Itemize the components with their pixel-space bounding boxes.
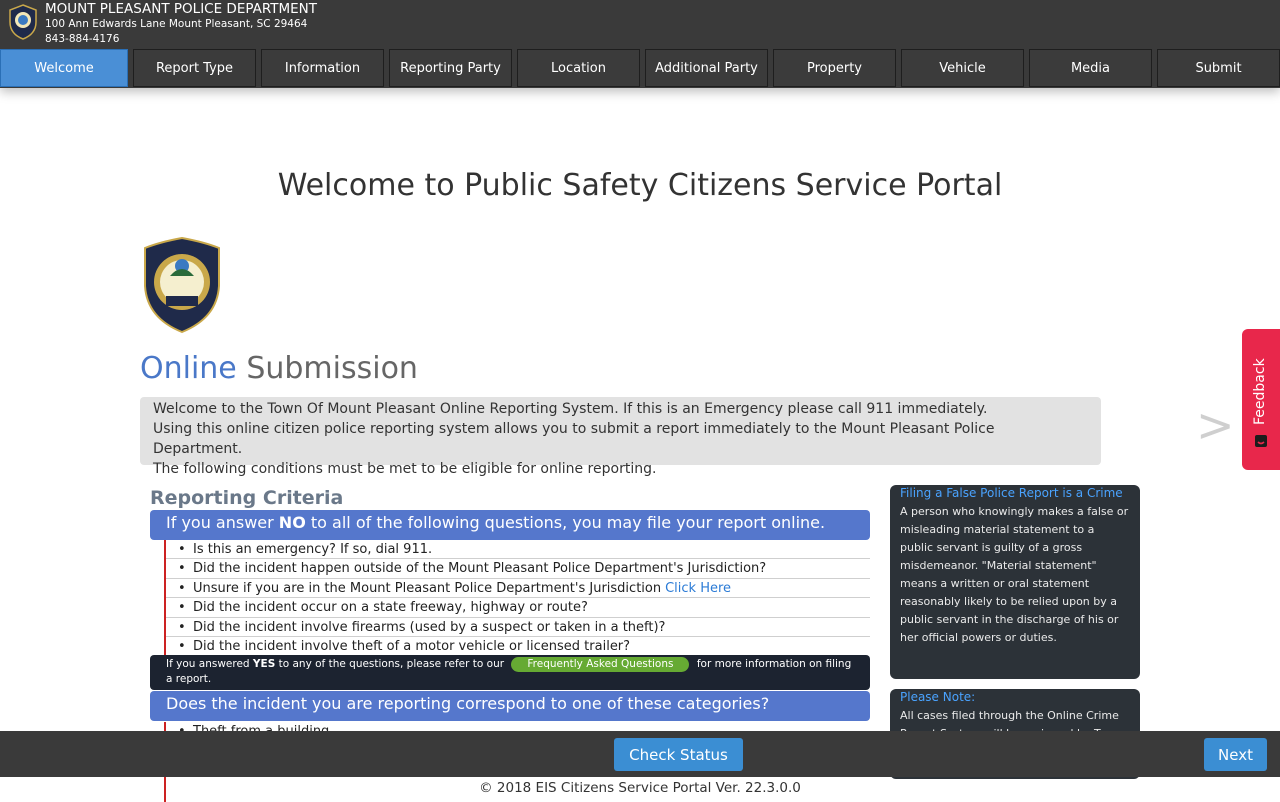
department-address: 100 Ann Edwards Lane Mount Pleasant, SC … — [45, 18, 308, 30]
tab-welcome[interactable]: Welcome — [0, 49, 128, 87]
check-status-button[interactable]: Check Status — [614, 738, 743, 771]
faq-button[interactable]: Frequently Asked Questions — [511, 657, 690, 672]
tab-location[interactable]: Location — [517, 49, 640, 87]
online-submission-heading: Online Submission — [140, 351, 418, 386]
answer-bar-pre: If you answer — [166, 513, 279, 532]
heading-submission: Submission — [246, 351, 418, 386]
intro-box: Welcome to the Town Of Mount Pleasant On… — [140, 397, 1101, 477]
page-title: Welcome to Public Safety Citizens Servic… — [277, 168, 1003, 203]
tab-vehicle[interactable]: Vehicle — [901, 49, 1024, 87]
please-note-title: Please Note: — [900, 690, 976, 704]
feedback-label: Feedback — [1252, 358, 1268, 425]
false-report-title: Filing a False Police Report is a Crime — [900, 486, 1123, 500]
tab-additional-party[interactable]: Additional Party — [645, 49, 768, 87]
list-item: Is this an emergency? If so, dial 911. — [166, 540, 870, 560]
tab-information[interactable]: Information — [261, 49, 384, 87]
intro-line: The following conditions must be met to … — [153, 461, 657, 477]
answer-bar-post: to all of the following questions, you m… — [305, 513, 826, 532]
yes-answer-note: If you answered YES to any of the questi… — [150, 655, 870, 690]
intro-line: Welcome to the Town Of Mount Pleasant On… — [153, 401, 988, 417]
jurisdiction-click-here-link[interactable]: Click Here — [665, 581, 731, 596]
tab-report-type[interactable]: Report Type — [133, 49, 256, 87]
police-badge-icon — [9, 4, 37, 40]
intro-line: Using this online citizen police reporti… — [153, 421, 995, 457]
category-bar: Does the incident you are reporting corr… — [150, 691, 870, 721]
list-item: Did the incident involve firearms (used … — [166, 618, 870, 637]
yes-note-pre: If you answered — [166, 658, 253, 670]
answer-no-bar: If you answer NO to all of the following… — [150, 510, 870, 540]
next-button[interactable]: Next — [1204, 738, 1267, 771]
questions-list: Is this an emergency? If so, dial 911. D… — [164, 540, 870, 657]
list-item: Did the incident involve theft of a moto… — [166, 637, 870, 656]
false-report-warning: Filing a False Police Report is a Crime … — [890, 485, 1140, 679]
yes-note-mid: to any of the questions, please refer to… — [275, 658, 508, 670]
answer-bar-bold: NO — [278, 513, 306, 532]
wizard-tabs: Welcome Report Type Information Reportin… — [0, 49, 1280, 87]
department-phone: 843-884-4176 — [45, 33, 120, 45]
heading-online: Online — [140, 351, 237, 386]
reporting-criteria-heading: Reporting Criteria — [150, 487, 344, 509]
list-item: Did the incident occur on a state freewa… — [166, 598, 870, 618]
next-arrow-icon[interactable]: > — [1196, 398, 1235, 452]
false-report-text: A person who knowingly makes a false or … — [900, 504, 1129, 644]
department-name: MOUNT PLEASANT POLICE DEPARTMENT — [45, 1, 318, 17]
list-item: Unsure if you are in the Mount Pleasant … — [166, 579, 870, 599]
feedback-icon — [1255, 435, 1267, 447]
police-badge-logo — [144, 236, 220, 334]
footer-copyright: © 2018 EIS Citizens Service Portal Ver. … — [479, 780, 801, 796]
list-item: Did the incident happen outside of the M… — [166, 559, 870, 579]
top-header: MOUNT PLEASANT POLICE DEPARTMENT 100 Ann… — [0, 0, 1280, 88]
yes-note-bold: YES — [252, 658, 276, 670]
tab-property[interactable]: Property — [773, 49, 896, 87]
tab-reporting-party[interactable]: Reporting Party — [389, 49, 512, 87]
tab-submit[interactable]: Submit — [1157, 49, 1280, 87]
tab-media[interactable]: Media — [1029, 49, 1152, 87]
